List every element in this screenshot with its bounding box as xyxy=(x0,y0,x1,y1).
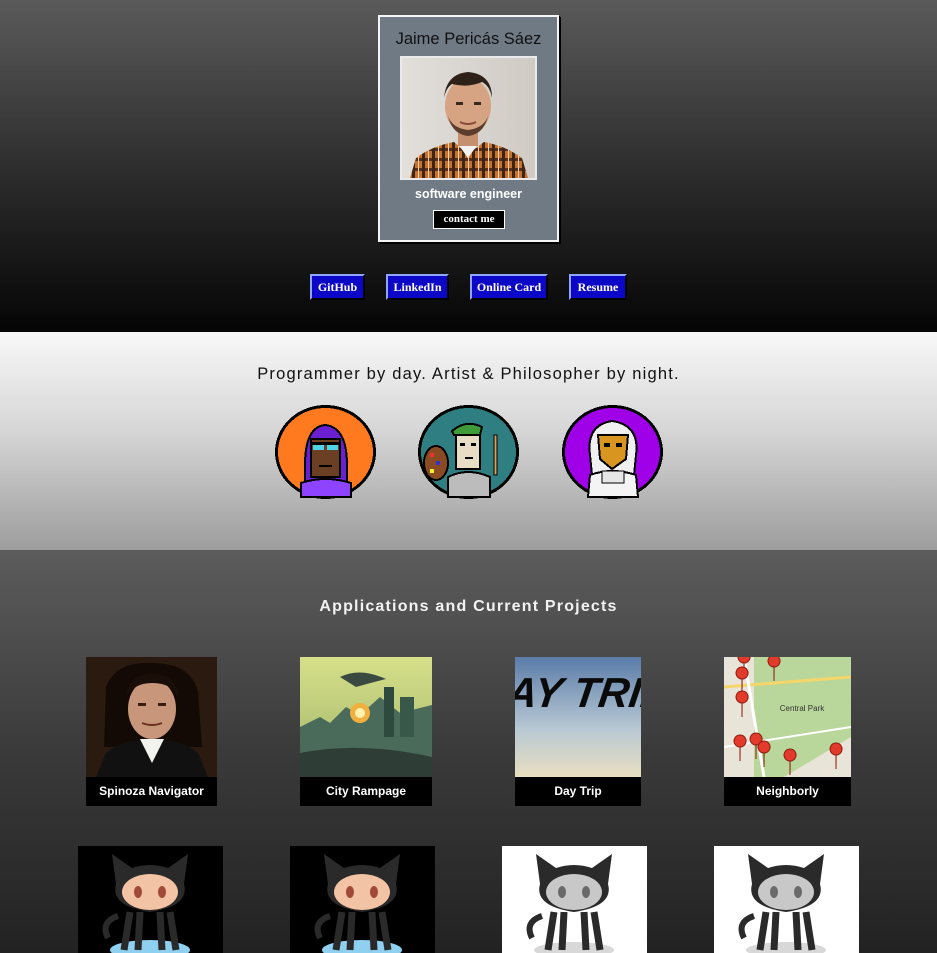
online-card-link-button[interactable]: Online Card xyxy=(470,274,548,300)
link-buttons: GitHub LinkedIn Online Card Resume xyxy=(0,274,937,300)
day-trip-card[interactable]: DAY TRIP Day Trip xyxy=(515,657,641,806)
projects-section: Applications and Current Projects Spinoz… xyxy=(0,550,937,953)
philosopher-avatar-icon[interactable] xyxy=(562,405,663,499)
profile-role: software engineer xyxy=(415,187,522,201)
spinoza-portrait-icon xyxy=(86,657,217,777)
github-project-tile-2[interactable] xyxy=(290,846,435,953)
header-section: Jaime Pericás Sáez software engineer con… xyxy=(0,0,937,332)
octocat-icon xyxy=(738,854,826,953)
github-project-tile-3[interactable] xyxy=(502,846,647,953)
project-label: Day Trip xyxy=(515,777,641,806)
projects-title: Applications and Current Projects xyxy=(319,598,618,615)
contact-me-button[interactable]: contact me xyxy=(433,210,505,229)
project-label: City Rampage xyxy=(300,777,432,806)
city-rampage-art-icon xyxy=(300,657,432,777)
project-label: Spinoza Navigator xyxy=(86,777,217,806)
profile-photo xyxy=(400,56,537,180)
tagline-text: Programmer by day. Artist & Philosopher … xyxy=(257,365,680,383)
profile-card: Jaime Pericás Sáez software engineer con… xyxy=(378,15,559,242)
profile-name: Jaime Pericás Sáez xyxy=(395,30,542,48)
octocat-icon xyxy=(526,854,614,953)
day-trip-logo-icon: DAY TRIP xyxy=(515,657,641,777)
project-label: Neighborly xyxy=(724,777,851,806)
city-rampage-card[interactable]: City Rampage xyxy=(300,657,432,806)
linkedin-link-button[interactable]: LinkedIn xyxy=(386,274,449,300)
tagline-section: Programmer by day. Artist & Philosopher … xyxy=(0,332,937,550)
resume-link-button[interactable]: Resume xyxy=(569,274,627,300)
octocat-icon xyxy=(102,854,190,953)
day-trip-logo-text: DAY TRIP xyxy=(515,669,641,716)
github-project-tile-1[interactable] xyxy=(78,846,223,953)
spinoza-navigator-card[interactable]: Spinoza Navigator xyxy=(86,657,217,806)
map-pins-icon: Central Park xyxy=(724,657,851,777)
octocat-icon xyxy=(314,854,402,953)
github-link-button[interactable]: GitHub xyxy=(310,274,365,300)
artist-avatar-icon[interactable] xyxy=(418,405,519,499)
svg-text:Central Park: Central Park xyxy=(780,704,825,713)
neighborly-card[interactable]: Central Park Neighborly xyxy=(724,657,851,806)
github-project-tile-4[interactable] xyxy=(714,846,859,953)
programmer-avatar-icon[interactable] xyxy=(275,405,376,499)
